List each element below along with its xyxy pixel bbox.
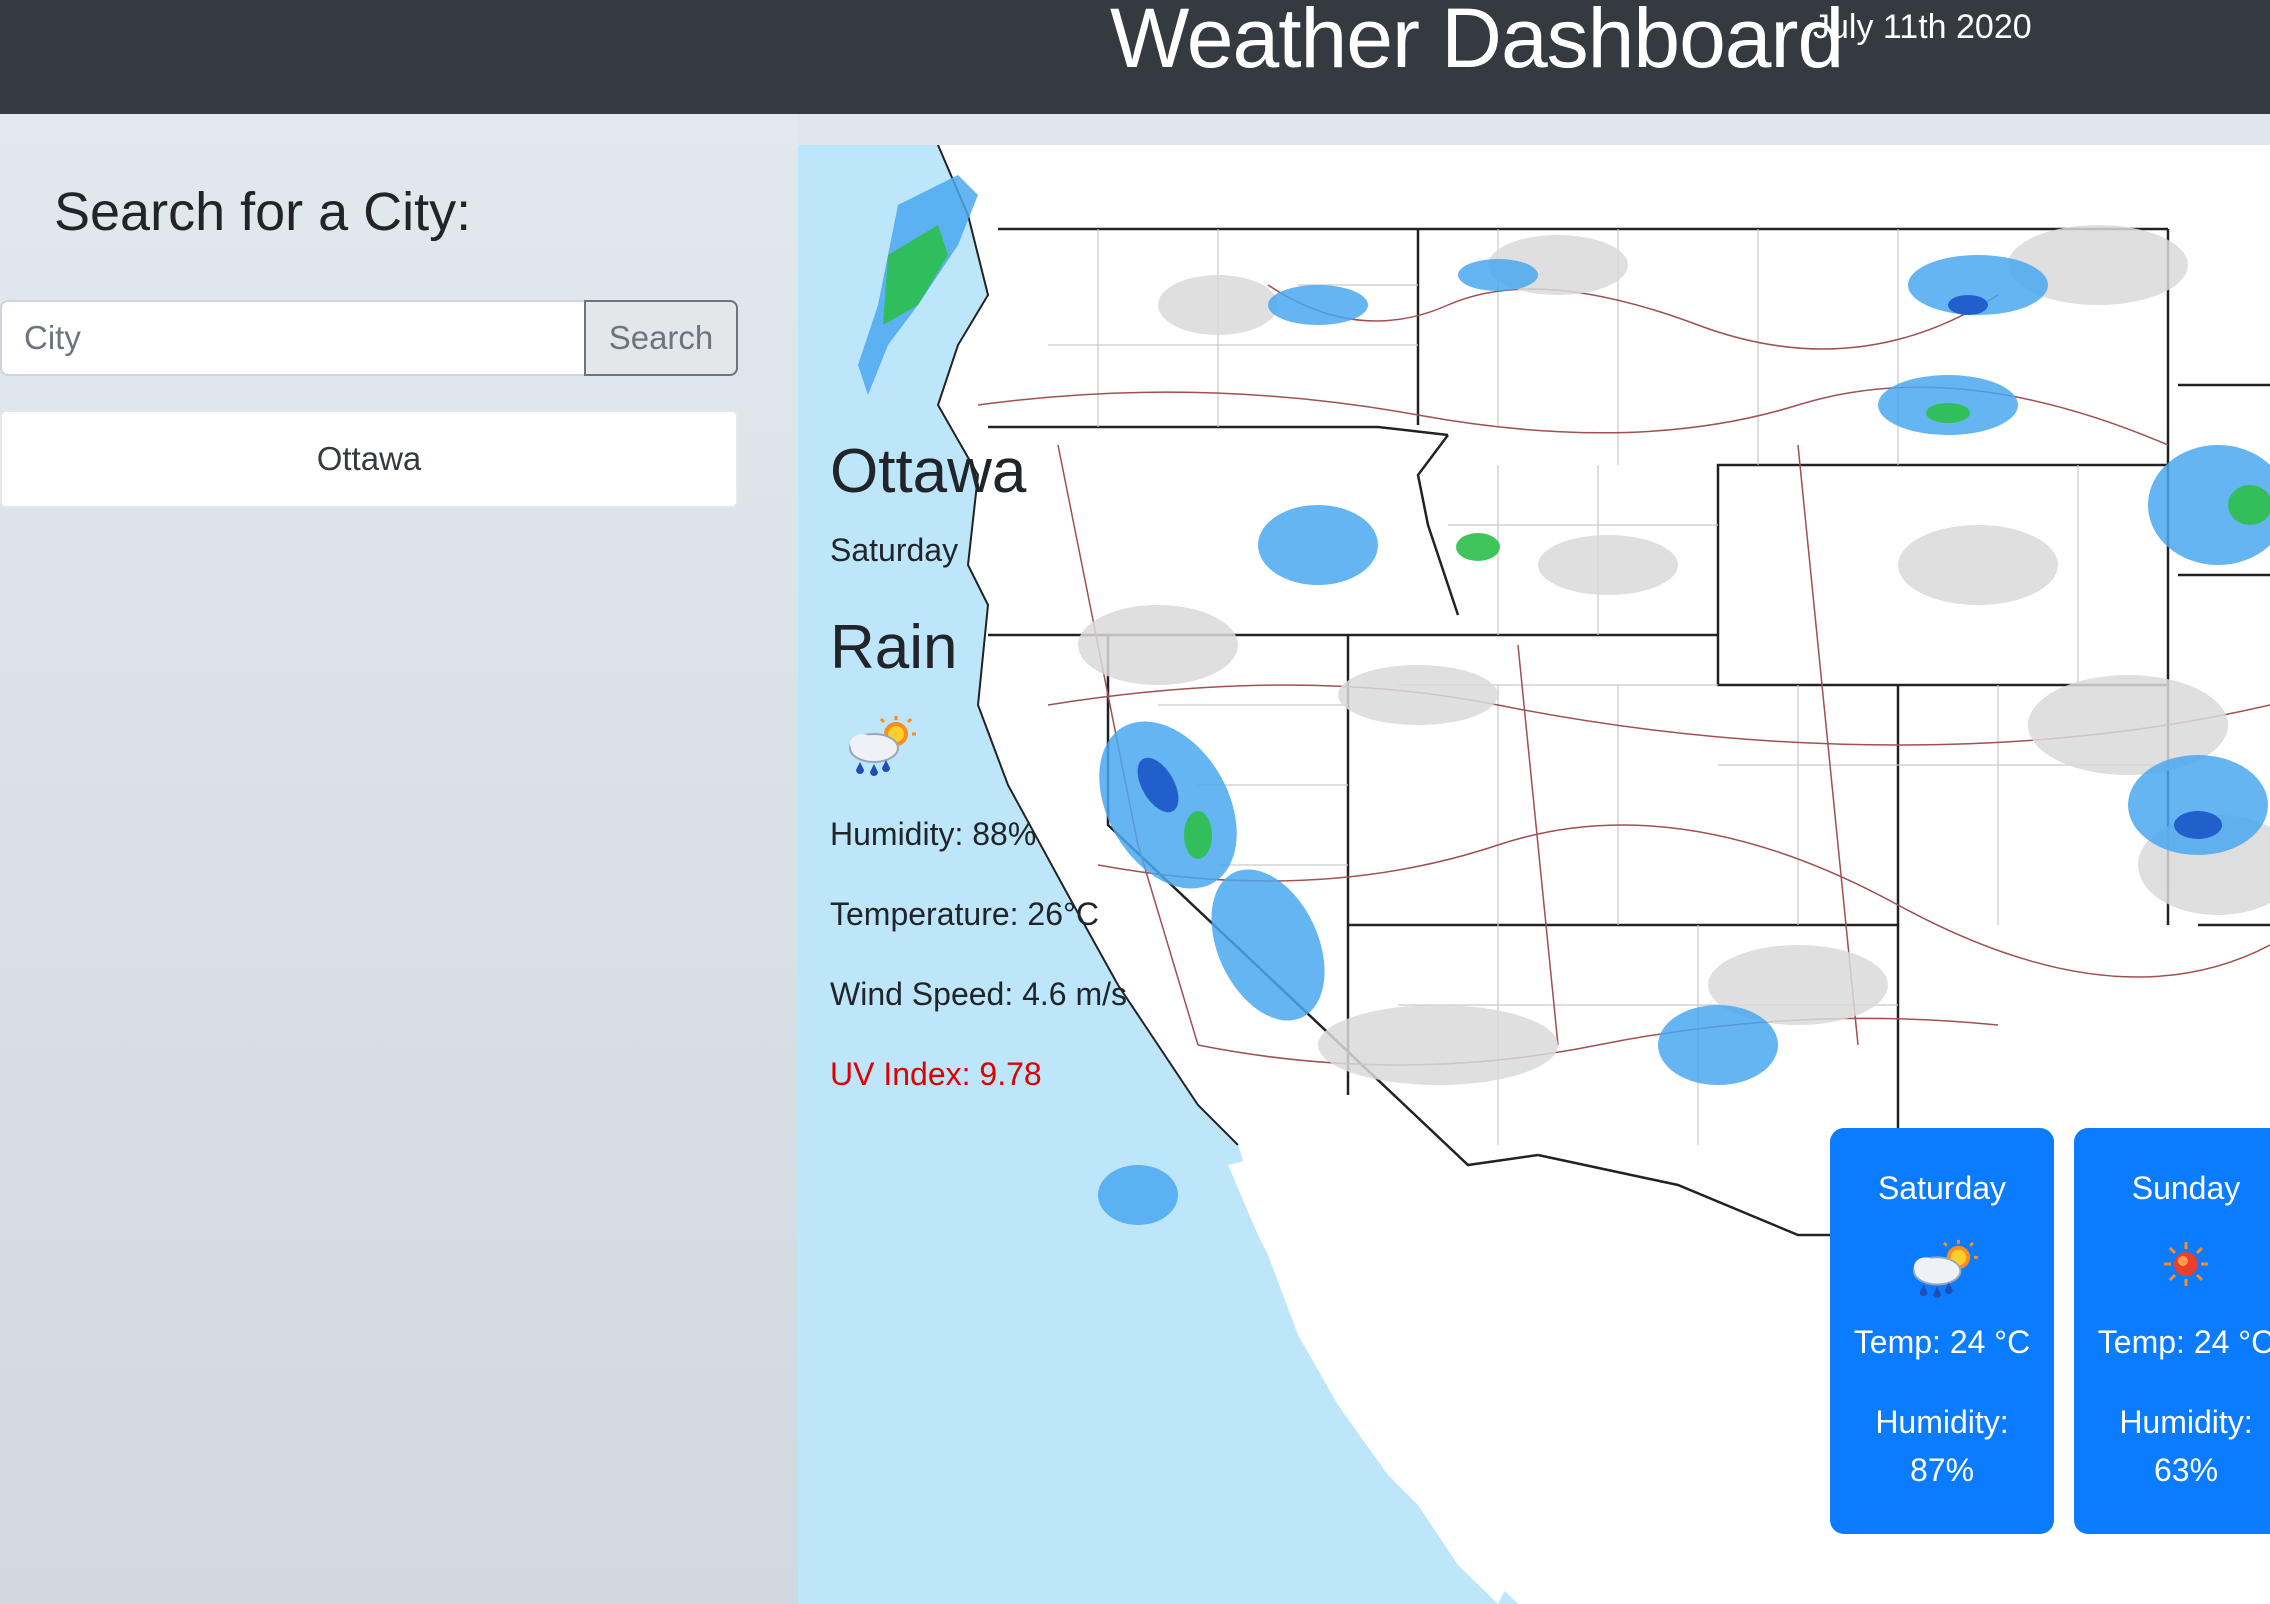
- forecast-temp: Temp: 24 °C: [2097, 1324, 2270, 1360]
- search-group: Search: [0, 300, 738, 376]
- forecast-humidity-value: 87%: [1909, 1452, 1975, 1488]
- current-condition: Rain: [830, 613, 958, 682]
- header-date: July 11th 2020: [1813, 8, 2032, 46]
- history-item-ottawa[interactable]: Ottawa: [0, 410, 738, 508]
- forecast-card-sunday: Sunday Temp: 24 °C Humidity: 63%: [2074, 1128, 2270, 1534]
- page-title: Weather Dashboard: [1110, 0, 1844, 85]
- forecast-card-saturday: Saturday Temp: 24 °C Humidity: 87%: [1830, 1128, 2054, 1534]
- forecast-humidity-value: 63%: [2153, 1452, 2219, 1488]
- current-day: Saturday: [830, 532, 959, 568]
- search-button[interactable]: Search: [584, 300, 738, 376]
- search-heading: Search for a City:: [54, 182, 472, 242]
- current-humidity: Humidity: 88%: [830, 816, 1037, 852]
- forecast-temp: Temp: 24 °C: [1853, 1324, 2031, 1360]
- sidebar: Search for a City: Search Ottawa: [0, 114, 798, 1604]
- current-temperature: Temperature: 26°C: [830, 896, 1099, 932]
- forecast-day: Saturday: [1877, 1170, 2007, 1206]
- forecast-day: Sunday: [2131, 1170, 2241, 1206]
- rain-sun-icon: [849, 716, 916, 776]
- forecast-humidity-label: Humidity:: [1875, 1404, 2009, 1440]
- forecast-humidity-label: Humidity:: [2119, 1404, 2253, 1440]
- current-wind-speed: Wind Speed: 4.6 m/s: [830, 976, 1128, 1012]
- city-search-input[interactable]: [0, 300, 584, 376]
- current-uv-index: UV Index: 9.78: [830, 1056, 1042, 1092]
- current-city: Ottawa: [830, 437, 1027, 506]
- sun-icon: [2164, 1242, 2208, 1286]
- app-header: Weather Dashboard July 11th 2020: [0, 0, 2270, 114]
- rain-sun-icon: [1912, 1239, 1978, 1299]
